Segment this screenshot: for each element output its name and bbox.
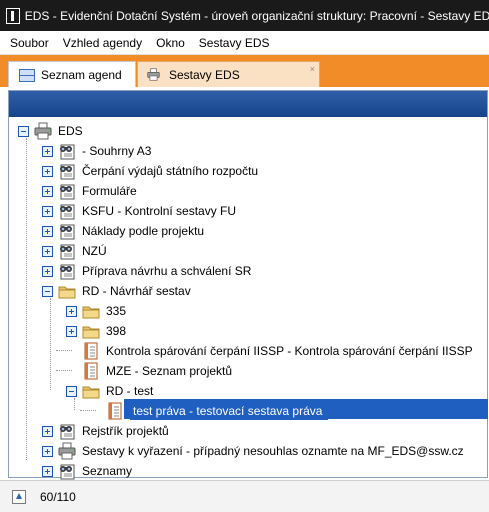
tree-node-label: RD - Návrhář sestav bbox=[82, 284, 191, 298]
binoculars-report-icon bbox=[58, 262, 76, 280]
expand-icon[interactable] bbox=[42, 185, 53, 197]
close-icon[interactable]: × bbox=[310, 64, 315, 74]
title-bar: EDS - Evidenční Dotační Systém - úroveň … bbox=[0, 0, 489, 31]
folder-icon bbox=[82, 302, 100, 320]
tree-node[interactable]: EDS bbox=[18, 121, 83, 141]
tree-node[interactable]: - Souhrny A3 bbox=[42, 141, 151, 161]
tree-node[interactable]: 335 bbox=[66, 301, 126, 321]
menu-vzhled-agendy[interactable]: Vzhled agendy bbox=[63, 36, 142, 50]
report-document-icon bbox=[82, 342, 100, 360]
collapse-icon[interactable] bbox=[18, 125, 29, 137]
menu-soubor[interactable]: Soubor bbox=[10, 36, 49, 50]
expand-icon[interactable] bbox=[42, 165, 53, 177]
printer-icon bbox=[34, 122, 52, 140]
tree-node-label: Sestavy k vyřazení - případný nesouhlas … bbox=[82, 444, 464, 458]
expand-icon[interactable] bbox=[42, 265, 53, 277]
tree-node[interactable]: test práva - testovací sestava práva bbox=[90, 401, 329, 421]
tree-node-label: Formuláře bbox=[82, 184, 137, 198]
printer-icon bbox=[146, 68, 161, 81]
expand-icon[interactable] bbox=[66, 325, 77, 337]
tree-node-label: Čerpání výdajů státního rozpočtu bbox=[82, 164, 259, 178]
expand-icon[interactable] bbox=[42, 245, 53, 257]
record-count: 60/110 bbox=[40, 489, 76, 504]
binoculars-report-icon bbox=[58, 242, 76, 260]
tree-node[interactable]: Seznamy bbox=[42, 461, 132, 481]
tree-node[interactable]: Sestavy k vyřazení - případný nesouhlas … bbox=[42, 441, 464, 461]
folder-icon bbox=[58, 282, 76, 300]
expand-icon[interactable] bbox=[42, 225, 53, 237]
expand-icon[interactable] bbox=[42, 445, 53, 457]
tree-node-label: KSFU - Kontrolní sestavy FU bbox=[82, 204, 237, 218]
menu-sestavy-eds[interactable]: Sestavy EDS bbox=[199, 36, 270, 50]
printer-icon bbox=[58, 442, 76, 460]
tab-seznam-agend[interactable]: Seznam agend bbox=[8, 61, 136, 87]
up-arrow-icon[interactable] bbox=[12, 489, 26, 504]
tree-node-label: RD - test bbox=[106, 384, 154, 398]
tree-node[interactable]: 398 bbox=[66, 321, 126, 341]
tree-header-bar bbox=[9, 91, 487, 117]
tree-node-label: 398 bbox=[106, 324, 127, 338]
binoculars-report-icon bbox=[58, 222, 76, 240]
tree-node-label: - Souhrny A3 bbox=[82, 144, 152, 158]
tree-connector bbox=[50, 298, 51, 390]
tab-label: Seznam agend bbox=[41, 67, 122, 82]
tab-sestavy-eds[interactable]: Sestavy EDS × bbox=[137, 61, 320, 87]
tree-node[interactable]: RD - Návrhář sestav bbox=[42, 281, 191, 301]
binoculars-report-icon bbox=[58, 202, 76, 220]
menu-bar: Soubor Vzhled agendy Okno Sestavy EDS bbox=[0, 31, 489, 55]
binoculars-report-icon bbox=[58, 182, 76, 200]
tree-node[interactable]: Kontrola spárování čerpání IISSP - Kontr… bbox=[66, 341, 473, 361]
tree-node-label: Seznamy bbox=[82, 464, 133, 478]
status-bar: 60/110 bbox=[0, 480, 489, 512]
tree-node[interactable]: Čerpání výdajů státního rozpočtu bbox=[42, 161, 258, 181]
tab-strip: Seznam agend Sestavy EDS × bbox=[0, 55, 489, 87]
binoculars-report-icon bbox=[58, 142, 76, 160]
expand-icon[interactable] bbox=[42, 205, 53, 217]
collapse-icon[interactable] bbox=[66, 385, 77, 397]
tree-connector bbox=[26, 138, 27, 460]
report-document-icon bbox=[82, 362, 100, 380]
binoculars-report-icon bbox=[58, 162, 76, 180]
tree-node[interactable]: Příprava návrhu a schválení SR bbox=[42, 261, 251, 281]
window-title: EDS - Evidenční Dotační Systém - úroveň … bbox=[24, 8, 489, 23]
report-document-icon bbox=[106, 402, 124, 420]
folder-icon bbox=[82, 382, 100, 400]
tree-node[interactable]: RD - test bbox=[66, 381, 153, 401]
tree-node[interactable]: MZE - Seznam projektů bbox=[66, 361, 232, 381]
tree-node-label: 335 bbox=[106, 304, 127, 318]
tree-node-label: Příprava návrhu a schválení SR bbox=[82, 264, 252, 278]
expand-icon[interactable] bbox=[42, 425, 53, 437]
tab-label: Sestavy EDS bbox=[169, 67, 240, 82]
tree-node-label: MZE - Seznam projektů bbox=[106, 364, 233, 378]
tree-node-label: Kontrola spárování čerpání IISSP - Kontr… bbox=[106, 344, 473, 358]
binoculars-report-icon bbox=[58, 462, 76, 480]
tree-node-label: Náklady podle projektu bbox=[82, 224, 205, 238]
tree-node[interactable]: Formuláře bbox=[42, 181, 137, 201]
folder-icon bbox=[82, 322, 100, 340]
tree-node[interactable]: Rejstřík projektů bbox=[42, 421, 169, 441]
tree-node-label: Rejstřík projektů bbox=[82, 424, 169, 438]
expand-icon[interactable] bbox=[42, 465, 53, 477]
expand-icon[interactable] bbox=[42, 145, 53, 157]
collapse-icon[interactable] bbox=[42, 285, 53, 297]
tree-node[interactable]: NZÚ bbox=[42, 241, 107, 261]
expand-icon[interactable] bbox=[66, 305, 77, 317]
binoculars-report-icon bbox=[58, 422, 76, 440]
tree-node[interactable]: KSFU - Kontrolní sestavy FU bbox=[42, 201, 236, 221]
tree-node-label: EDS bbox=[58, 124, 83, 138]
tree-node-label: NZÚ bbox=[82, 244, 107, 258]
tree-node[interactable]: Náklady podle projektu bbox=[42, 221, 204, 241]
tree-node-label: test práva - testovací sestava práva bbox=[130, 402, 329, 420]
app-logo-icon bbox=[6, 7, 20, 24]
menu-okno[interactable]: Okno bbox=[156, 36, 185, 50]
grid-icon bbox=[19, 68, 35, 82]
